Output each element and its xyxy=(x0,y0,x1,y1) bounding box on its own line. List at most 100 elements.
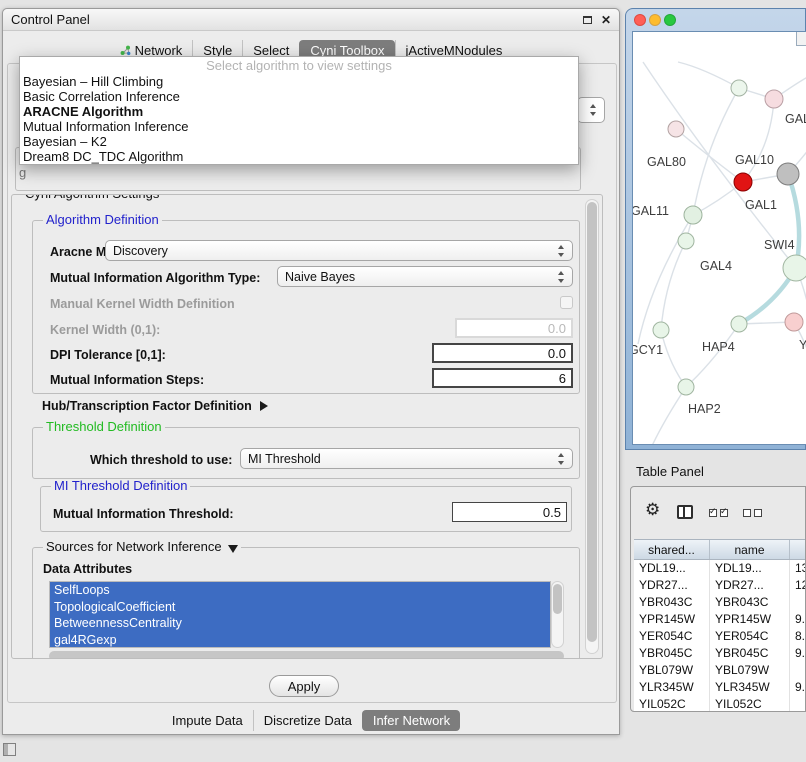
network-edge xyxy=(686,324,739,387)
table-cell: YLR345W xyxy=(710,679,790,696)
close-traffic-light[interactable] xyxy=(634,14,646,26)
network-node[interactable] xyxy=(734,173,752,191)
column-header-shared[interactable]: shared... xyxy=(634,540,710,559)
float-window-icon[interactable] xyxy=(583,16,592,24)
table-row[interactable]: YBR043CYBR043C xyxy=(634,594,806,611)
data-attribute-gal4rgexp[interactable]: gal4RGexp xyxy=(50,632,550,649)
apply-button[interactable]: Apply xyxy=(269,675,339,697)
network-node[interactable] xyxy=(678,379,694,395)
network-node-label-gcy1: GCY1 xyxy=(633,343,663,357)
hub-definition-toggle[interactable]: Hub/Transcription Factor Definition xyxy=(42,399,268,413)
column-header-extra[interactable] xyxy=(790,540,806,559)
network-node[interactable] xyxy=(731,316,747,332)
table-cell: YER054C xyxy=(634,628,710,645)
network-node-label-gal: GAL xyxy=(785,112,806,126)
kernel-width-field[interactable]: 0.0 xyxy=(455,318,573,338)
attributes-hscrollbar-thumb[interactable] xyxy=(49,651,564,659)
which-threshold-label: Which threshold to use: xyxy=(90,453,232,467)
network-node[interactable] xyxy=(668,121,684,137)
network-node[interactable] xyxy=(653,322,669,338)
gear-icon[interactable]: ⚙ xyxy=(645,500,660,520)
bottom-tab-impute-data[interactable]: Impute Data xyxy=(162,710,253,731)
collapsed-arrow-icon[interactable] xyxy=(260,401,268,411)
table-cell: YDL19... xyxy=(710,560,790,577)
settings-scrollbar-thumb[interactable] xyxy=(587,202,597,642)
manual-kernel-checkbox[interactable] xyxy=(560,296,573,309)
control-panel-window: Control Panel ✕ NetworkStyleSelectCyni T… xyxy=(2,8,620,735)
network-edge xyxy=(693,88,739,215)
network-node[interactable] xyxy=(765,90,783,108)
table-cell: YBR045C xyxy=(634,645,710,662)
close-window-icon[interactable]: ✕ xyxy=(601,14,611,26)
network-tab-icon xyxy=(120,45,131,56)
table-row[interactable]: YLR345WYLR345W9. xyxy=(634,679,806,696)
attributes-scrollbar-thumb[interactable] xyxy=(553,584,562,614)
attributes-scrollbar[interactable] xyxy=(551,581,564,648)
column-selector-icon[interactable] xyxy=(677,505,693,519)
table-body: YDL19...YDL19...13YDR27...YDR27...12YBR0… xyxy=(634,560,806,711)
network-node[interactable] xyxy=(785,313,803,331)
data-attributes-list[interactable]: SelfLoopsTopologicalCoefficientBetweenne… xyxy=(49,581,551,648)
network-node[interactable] xyxy=(684,206,702,224)
hidden-combobox-fragment[interactable] xyxy=(577,97,605,123)
cyni-settings-group: Cyni Algorithm Settings Algorithm Defini… xyxy=(11,194,603,659)
algorithm-option-bayesian-hill-climbing[interactable]: Bayesian – Hill Climbing xyxy=(20,74,578,89)
table-cell: YLR345W xyxy=(634,679,710,696)
table-row[interactable]: YBR045CYBR045C9. xyxy=(634,645,806,662)
table-panel-title: Table Panel xyxy=(636,464,704,479)
network-canvas[interactable]: GALGAL80GAL10GAL11GAL1SWI4GAL4GCY1HAP4YH… xyxy=(632,31,806,445)
network-node[interactable] xyxy=(731,80,747,96)
network-edge xyxy=(743,99,774,182)
select-all-checkboxes-icon[interactable] xyxy=(709,509,731,527)
data-attribute-betweennesscentrality[interactable]: BetweennessCentrality xyxy=(50,615,550,632)
dpi-tolerance-value: 0.0 xyxy=(548,346,566,361)
apply-button-label: Apply xyxy=(288,679,321,694)
control-panel-titlebar[interactable]: Control Panel ✕ xyxy=(3,9,619,31)
algorithm-option-basic-correlation-inference[interactable]: Basic Correlation Inference xyxy=(20,89,578,104)
which-threshold-select[interactable]: MI Threshold xyxy=(240,448,573,469)
table-cell: 13 xyxy=(790,560,806,577)
tab-label: Infer Network xyxy=(373,713,450,728)
table-cell: 8. xyxy=(790,628,806,645)
algorithm-option-bayesian-k2[interactable]: Bayesian – K2 xyxy=(20,134,578,149)
algorithm-option-aracne-algorithm[interactable]: ARACNE Algorithm xyxy=(20,104,578,119)
table-cell: YDL19... xyxy=(634,560,710,577)
network-node-label-gal11: GAL11 xyxy=(633,204,669,218)
deselect-all-checkboxes-icon[interactable] xyxy=(743,509,765,527)
expanded-arrow-icon[interactable] xyxy=(228,545,238,553)
zoom-traffic-light[interactable] xyxy=(664,14,676,26)
table-cell: 9. xyxy=(790,679,806,696)
threshold-definition-title: Threshold Definition xyxy=(43,420,165,434)
mi-steps-field[interactable]: 6 xyxy=(432,368,573,388)
data-attribute-selfloops[interactable]: SelfLoops xyxy=(50,582,550,599)
table-row[interactable]: YPR145WYPR145W9. xyxy=(634,611,806,628)
network-node[interactable] xyxy=(777,163,799,185)
mi-steps-value: 6 xyxy=(559,371,566,386)
mi-type-select[interactable]: Naive Bayes xyxy=(277,266,573,287)
table-row[interactable]: YBL079WYBL079W xyxy=(634,662,806,679)
aracne-mode-select[interactable]: Discovery xyxy=(105,240,573,261)
dpi-tolerance-field[interactable]: 0.0 xyxy=(432,343,573,363)
mi-threshold-field[interactable]: 0.5 xyxy=(452,502,567,522)
table-row[interactable]: YIL052CYIL052C xyxy=(634,696,806,711)
table-cell xyxy=(790,696,806,711)
network-node[interactable] xyxy=(678,233,694,249)
column-header-name[interactable]: name xyxy=(710,540,790,559)
bottom-tab-discretize-data[interactable]: Discretize Data xyxy=(253,710,362,731)
algorithm-option-mutual-information-inference[interactable]: Mutual Information Inference xyxy=(20,119,578,134)
panel-corner-icon[interactable] xyxy=(3,743,16,756)
control-panel-title: Control Panel xyxy=(11,12,90,27)
table-row[interactable]: YER054CYER054C8. xyxy=(634,628,806,645)
network-node[interactable] xyxy=(783,255,806,281)
combobox-arrows-icon xyxy=(589,104,598,116)
settings-scrollbar[interactable] xyxy=(585,199,599,654)
minimize-traffic-light[interactable] xyxy=(649,14,661,26)
sources-group-title[interactable]: Sources for Network Inference xyxy=(43,540,241,554)
table-row[interactable]: YDR27...YDR27...12 xyxy=(634,577,806,594)
table-row[interactable]: YDL19...YDL19...13 xyxy=(634,560,806,577)
algorithm-option-dream8-dc-tdc-algorithm[interactable]: Dream8 DC_TDC Algorithm xyxy=(20,149,578,164)
cyni-settings-group-title: Cyni Algorithm Settings xyxy=(22,194,162,201)
data-attribute-topologicalcoefficient[interactable]: TopologicalCoefficient xyxy=(50,599,550,616)
bottom-tab-infer-network[interactable]: Infer Network xyxy=(362,710,460,731)
table-cell xyxy=(790,662,806,679)
